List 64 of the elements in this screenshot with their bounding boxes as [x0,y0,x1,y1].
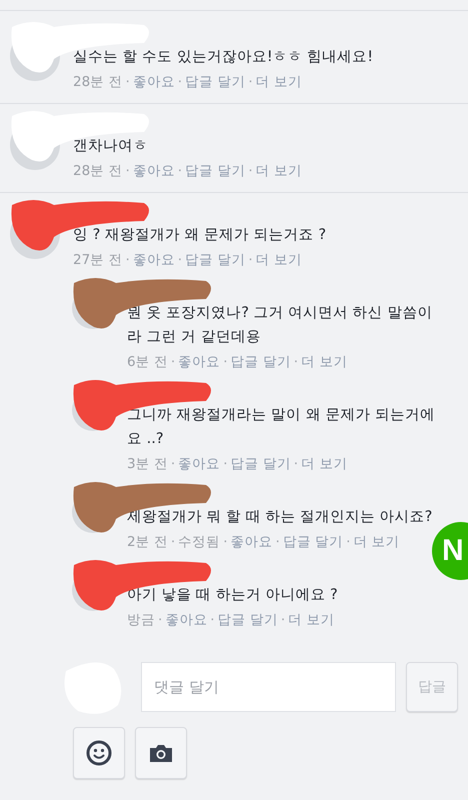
comment-action-link[interactable]: 답글 달기 [230,349,291,375]
comment-text: 그니까 재왕절개라는 말이 왜 문제가 되는거에요 ..? [127,406,436,449]
separator-dot: · [346,533,350,552]
separator-dot: · [170,533,176,552]
comment-action-link[interactable]: 좋아요 [230,529,272,555]
separator-dot: · [170,455,176,474]
comment-action-link[interactable]: 더 보기 [301,451,348,477]
separator-dot: · [210,611,215,630]
comment-action-link[interactable]: 답글 달기 [185,69,246,95]
comment-action-link[interactable]: 좋아요 [132,69,175,95]
comment-action-link[interactable]: 더 보기 [288,607,334,633]
comment-action-link[interactable]: 더 보기 [256,247,302,273]
comment-action-link[interactable]: 좋아요 [178,451,220,477]
reply-button[interactable]: 답글 [406,662,458,712]
comment-text: 갠차나여ㅎ [73,137,149,156]
comment-action-link[interactable]: 더 보기 [256,69,302,95]
separator-dot: · [125,251,130,270]
separator-dot: · [248,251,253,270]
separator-dot: · [248,162,253,181]
separator-dot: · [275,533,280,552]
separator-dot: · [223,533,228,552]
comment-action-link[interactable]: 좋아요 [132,158,175,184]
camera-button[interactable] [135,727,187,779]
comment-time: 3분 전 [127,455,168,474]
comment-text: 제왕절개가 뭐 할 때 하는 절개인지는 아시죠? [127,508,434,527]
comment-time: 2분 전 [127,533,168,552]
separator-dot: · [223,455,228,474]
separator-dot: · [125,73,130,92]
separator-dot: · [223,353,228,372]
comment-time: 수정됨 [178,533,220,552]
comment-text: 실수는 할 수도 있는거잖아요!ㅎㅎ 힘내세요! [73,48,374,67]
comment-time: 방금 [127,611,155,630]
comment-time: 28분 전 [73,73,122,92]
comment-action-link[interactable]: 더 보기 [256,158,302,184]
comment-text: 아기 낳을 때 하는거 아니에요 ? [127,586,339,605]
separator-dot: · [248,73,253,92]
comment-action-link[interactable]: 좋아요 [165,607,208,633]
separator-dot: · [280,611,286,630]
separator-dot: · [294,455,298,474]
comment-action-link[interactable]: 답글 달기 [230,451,291,477]
separator-dot: · [294,353,298,372]
comment-action-link[interactable]: 답글 달기 [185,247,246,273]
separator-dot: · [158,611,162,630]
separator-dot: · [178,251,182,270]
comment-time: 28분 전 [73,162,122,181]
separator-dot: · [125,162,130,181]
separator-dot: · [178,162,182,181]
separator-dot: · [178,73,182,92]
comment-action-link[interactable]: 답글 달기 [218,607,278,633]
comment-input-field[interactable]: 댓글 달기 [141,662,396,712]
emoji-button[interactable] [73,727,125,779]
comment-action-link[interactable]: 좋아요 [132,247,175,273]
comment-time: 6분 전 [127,353,168,372]
smiley-icon [86,740,112,766]
comment-text: 잉 ? 재왕절개가 왜 문제가 되는거죠 ? [73,226,328,245]
comment-action-link[interactable]: 더 보기 [301,349,348,375]
comment-action-link[interactable]: 답글 달기 [185,158,246,184]
camera-icon [149,743,173,763]
comment-action-link[interactable]: 답글 달기 [282,529,344,555]
comment-time: 27분 전 [73,251,122,270]
comment-action-link[interactable]: 더 보기 [353,529,400,555]
separator-dot: · [170,353,176,372]
floating-badge[interactable]: N [432,522,468,580]
comment-action-link[interactable]: 좋아요 [178,349,220,375]
